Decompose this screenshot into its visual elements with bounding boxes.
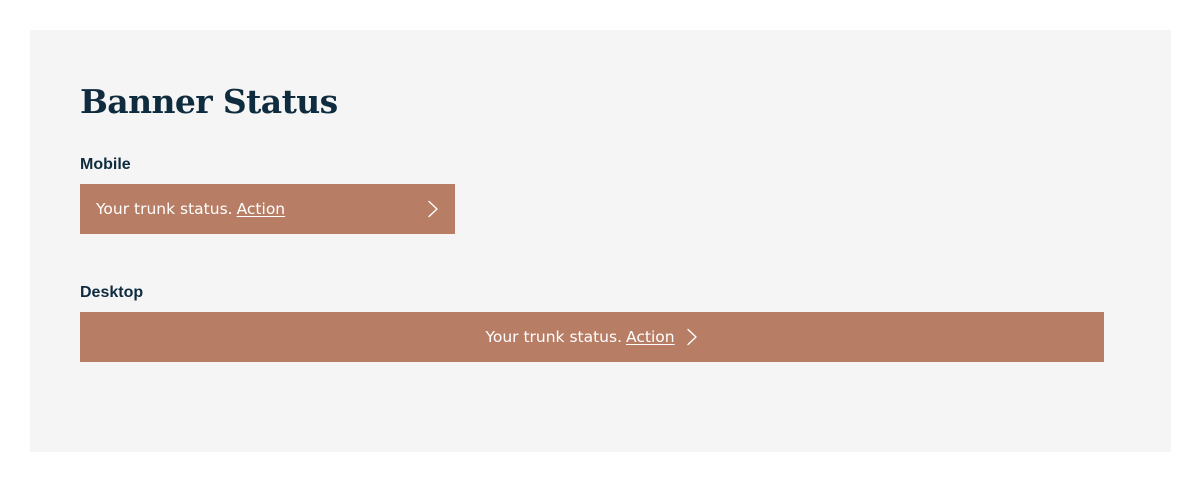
chevron-right-icon[interactable] <box>685 328 699 346</box>
desktop-banner-message: Your trunk status. <box>485 328 623 346</box>
mobile-banner-content: Your trunk status. Action <box>96 200 285 218</box>
mobile-status-banner[interactable]: Your trunk status. Action <box>80 184 455 234</box>
desktop-banner-action-link[interactable]: Action <box>626 328 675 346</box>
banner-status-panel: Banner Status Mobile Your trunk status. … <box>30 30 1171 452</box>
page-title: Banner Status <box>80 82 338 121</box>
desktop-section-label: Desktop <box>80 284 144 301</box>
chevron-right-icon[interactable] <box>426 200 440 218</box>
desktop-banner-content: Your trunk status. Action <box>485 328 698 346</box>
desktop-status-banner[interactable]: Your trunk status. Action <box>80 312 1104 362</box>
mobile-banner-action-link[interactable]: Action <box>237 200 286 218</box>
mobile-section-label: Mobile <box>80 156 131 173</box>
mobile-banner-message: Your trunk status. <box>96 200 233 218</box>
